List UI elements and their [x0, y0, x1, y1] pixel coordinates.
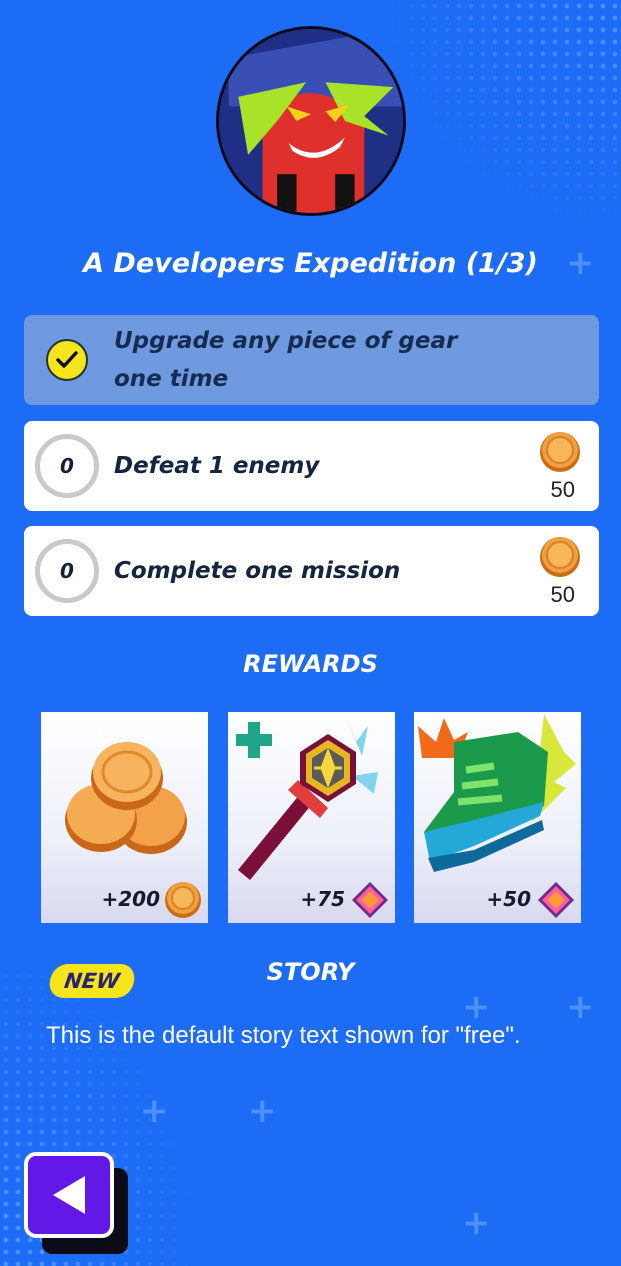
back-arrow-icon [53, 1176, 85, 1214]
checkmark-icon [46, 339, 88, 381]
coin-stack-icon [65, 730, 187, 854]
gem-icon [538, 882, 574, 918]
magic-staff-icon [236, 716, 378, 880]
decorative-plus: + [462, 1203, 491, 1243]
reward-card-coins[interactable]: +200 [41, 712, 208, 923]
reward-value: +50 [486, 887, 531, 911]
objective-text: Upgrade any piece of gear one time [114, 328, 458, 392]
objective-row: 0 Defeat 1 enemy 50 [24, 421, 599, 511]
objective-row: 0 Complete one mission 50 [24, 526, 599, 616]
background-dots [381, 0, 621, 230]
decorative-plus: + [566, 987, 595, 1027]
reward-value: +200 [101, 887, 160, 911]
story-heading: STORY [266, 958, 355, 986]
back-button[interactable] [24, 1152, 114, 1238]
sneaker-icon [418, 714, 576, 872]
reward-amount: 50 [550, 477, 575, 502]
character-avatar [216, 26, 406, 216]
decorative-plus: + [248, 1091, 277, 1131]
decorative-plus: + [140, 1091, 169, 1131]
story-text: This is the default story text shown for… [46, 1022, 521, 1049]
reward-value: +75 [300, 887, 345, 911]
quest-title: A Developers Expedition (1/3) [83, 248, 538, 279]
coin-icon [540, 432, 580, 472]
coin-icon [540, 537, 580, 577]
coin-icon [165, 882, 201, 918]
reward-amount: 50 [550, 582, 575, 607]
objective-text: Defeat 1 enemy [114, 453, 320, 479]
progress-ring: 0 [35, 539, 99, 603]
objective-text: Complete one mission [114, 558, 401, 584]
progress-ring: 0 [35, 434, 99, 498]
reward-card-shoes[interactable]: +50 [414, 712, 581, 923]
objective-row-completed: Upgrade any piece of gear one time [24, 315, 599, 405]
rewards-heading: REWARDS [243, 650, 378, 678]
gem-icon [352, 882, 388, 918]
reward-card-staff[interactable]: +75 [228, 712, 395, 923]
